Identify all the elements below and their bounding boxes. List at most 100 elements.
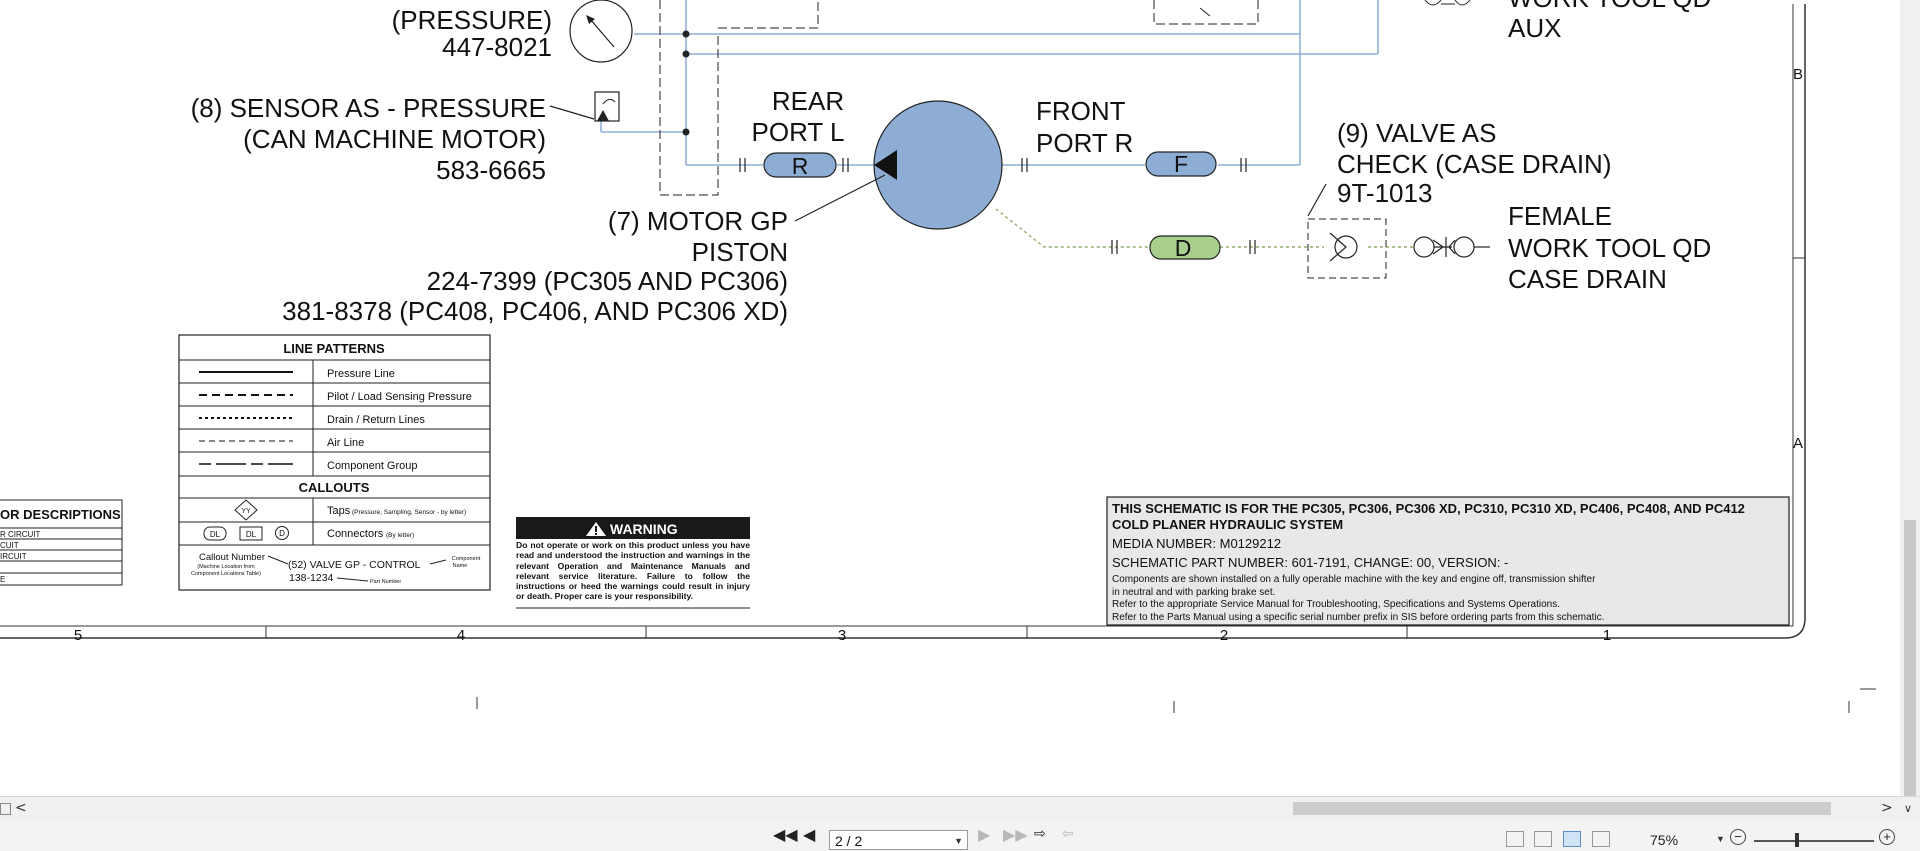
scroll-corner: [0, 803, 11, 815]
callout-component-locations: Component Locations Table): [191, 571, 261, 577]
female-coupler-icon: [1413, 236, 1490, 258]
zoom-slider-knob[interactable]: [1795, 833, 1799, 847]
valve-label-line1: (9) VALVE AS: [1337, 118, 1496, 148]
title-block-line1: THIS SCHEMATIC IS FOR THE PC305, PC306, …: [1112, 501, 1745, 516]
title-block: THIS SCHEMATIC IS FOR THE PC305, PC306, …: [1106, 496, 1790, 626]
horizontal-scrollbar[interactable]: < > ∨: [0, 796, 1920, 821]
motor-label-line2: PISTON: [692, 237, 788, 267]
sensor-part-number: 583-6665: [436, 155, 546, 185]
scroll-right-arrow-icon[interactable]: >: [1881, 800, 1893, 816]
rear-port-label-line1: REAR: [772, 86, 844, 116]
callout-part-number-label: Part Number: [370, 579, 401, 585]
schematic-part-number: SCHEMATIC PART NUMBER: 601-7191, CHANGE:…: [1112, 555, 1508, 570]
pressure-label: (PRESSURE): [392, 5, 552, 35]
line-pattern-air: Air Line: [327, 437, 364, 449]
continuous-view-icon[interactable]: [1534, 831, 1552, 847]
front-port-label-line1: FRONT: [1036, 96, 1126, 126]
svg-text:DL: DL: [246, 530, 257, 539]
schematic-page: 5 4 3 2 1 B A (PRESSURE) 447-8021 AUX (8…: [0, 0, 1876, 713]
zone-label-3: 3: [838, 627, 846, 644]
scroll-left-arrow-icon[interactable]: <: [15, 800, 27, 816]
svg-text:CUIT: CUIT: [0, 541, 19, 550]
zoom-dropdown-icon[interactable]: ▼: [1716, 834, 1725, 844]
line-pattern-drain: Drain / Return Lines: [327, 414, 425, 426]
aux-label-bottom: AUX: [1508, 13, 1561, 43]
title-note-3: Refer to the appropriate Service Manual …: [1112, 599, 1560, 610]
scroll-down-arrow-icon[interactable]: ∨: [1904, 802, 1912, 815]
callout-machine-location: (Machine Location from: [197, 564, 255, 570]
warning-body: Do not operate or work on this product u…: [516, 540, 750, 602]
zoom-slider[interactable]: [1754, 840, 1874, 842]
female-label-line2: WORK TOOL QD: [1508, 233, 1711, 263]
horizontal-scroll-thumb[interactable]: [1293, 802, 1831, 815]
svg-text:IRCUIT: IRCUIT: [0, 552, 27, 561]
single-page-view-icon[interactable]: [1506, 831, 1524, 847]
line-pattern-pilot: Pilot / Load Sensing Pressure: [327, 391, 472, 403]
check-valve-icon: [1307, 218, 1387, 279]
line-pattern-pressure: Pressure Line: [327, 368, 395, 380]
next-page-icon[interactable]: ▶: [978, 825, 990, 844]
female-label-line1: FEMALE: [1508, 201, 1612, 231]
valve-label-line2: CHECK (CASE DRAIN): [1337, 149, 1611, 179]
previous-page-icon[interactable]: ◀: [803, 825, 815, 844]
line-patterns-title: LINE PATTERNS: [283, 341, 385, 356]
svg-text:R CIRCUIT: R CIRCUIT: [0, 530, 41, 539]
svg-text:DL: DL: [210, 530, 221, 539]
pressure-part-number: 447-8021: [442, 32, 552, 62]
zone-label-a: A: [1793, 435, 1803, 452]
zone-dividers: [265, 626, 1408, 638]
pressure-gauge-icon: [569, 0, 633, 63]
callouts-title: CALLOUTS: [299, 480, 370, 495]
previous-view-icon[interactable]: ⇨: [1034, 826, 1046, 842]
sensor-label-line2: (CAN MACHINE MOTOR): [243, 124, 546, 154]
callout-example: (52) VALVE GP - CONTROL: [288, 559, 421, 571]
page-number-input[interactable]: 2 / 2 ▼: [829, 830, 968, 850]
callouts-connectors-label: Connectors: [327, 528, 384, 540]
last-page-icon[interactable]: ▶▶: [1003, 825, 1028, 844]
zoom-out-icon[interactable]: −: [1730, 829, 1746, 845]
line-patterns-legend: LINE PATTERNS Pressure Line Pilot / Load…: [178, 334, 491, 591]
callout-part-example: 138-1234: [289, 572, 334, 584]
title-note-2: in neutral and with parking brake set.: [1112, 587, 1275, 598]
first-page-icon[interactable]: ◀◀: [773, 825, 798, 844]
color-desc-title: OR DESCRIPTIONS: [0, 507, 121, 522]
svg-text:E: E: [0, 575, 5, 584]
connector-f-label: F: [1174, 151, 1188, 177]
vertical-scroll-thumb[interactable]: [1904, 520, 1916, 796]
page-dropdown-icon[interactable]: ▼: [954, 831, 963, 851]
aux-coupler-icon: [1424, 0, 1471, 6]
motor-label-line1: (7) MOTOR GP: [608, 206, 788, 236]
title-note-4: Refer to the Parts Manual using a specif…: [1112, 612, 1604, 623]
zoom-in-icon[interactable]: +: [1879, 829, 1895, 845]
svg-text:YY: YY: [241, 508, 251, 515]
color-descriptions-table: OR DESCRIPTIONS R CIRCUIT CUIT IRCUIT E: [0, 499, 123, 586]
piston-motor-icon: [873, 100, 1003, 230]
zone-label-b: B: [1793, 66, 1803, 83]
next-view-icon[interactable]: ⇦: [1062, 826, 1074, 842]
zone-label-2: 2: [1220, 627, 1228, 644]
two-page-view-icon[interactable]: [1563, 831, 1581, 847]
svg-text:Name: Name: [453, 563, 468, 569]
front-port-label-line2: PORT R: [1036, 128, 1133, 158]
callout-number-label: Callout Number: [199, 552, 265, 563]
page-number-value: 2 / 2: [835, 833, 863, 849]
zoom-level[interactable]: 75%: [1650, 832, 1678, 848]
two-page-continuous-view-icon[interactable]: [1592, 831, 1610, 847]
callouts-connectors-note: (By letter): [386, 532, 414, 539]
female-label-line3: CASE DRAIN: [1508, 264, 1667, 294]
pressure-sensor-icon: [594, 91, 620, 122]
warning-box: WARNING Do not operate or work on this p…: [516, 517, 750, 609]
line-pattern-component-group: Component Group: [327, 460, 418, 472]
motor-part-number-2: 381-8378 (PC408, PC406, AND PC306 XD): [282, 296, 788, 326]
zone-label-4: 4: [457, 627, 465, 644]
aux-label-top: WORK TOOL QD: [1508, 0, 1711, 13]
connector-r: R: [763, 152, 837, 179]
zone-label-1: 1: [1603, 627, 1611, 644]
zone-label-5: 5: [74, 627, 82, 644]
document-view: 5 4 3 2 1 B A (PRESSURE) 447-8021 AUX (8…: [0, 0, 1900, 796]
callout-component-label: Component: [452, 556, 481, 562]
rear-port-label-line2: PORT L: [752, 117, 845, 147]
vertical-scrollbar[interactable]: [1900, 0, 1920, 796]
svg-text:D: D: [279, 529, 285, 538]
valve-part-number: 9T-1013: [1337, 178, 1432, 208]
